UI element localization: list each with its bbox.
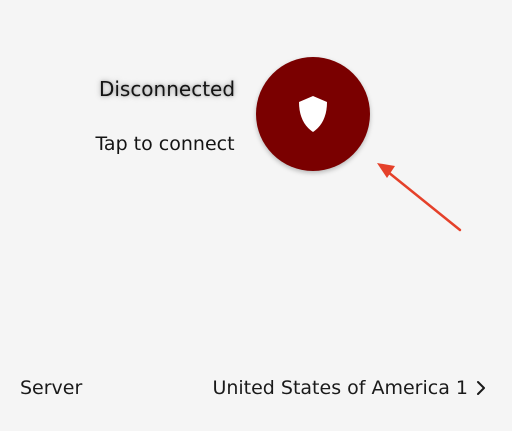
server-value: United States of America 1 [212, 377, 468, 399]
shield-icon [299, 96, 327, 132]
connect-button[interactable] [256, 57, 370, 171]
chevron-right-icon [477, 381, 485, 395]
connect-hint: Tap to connect [95, 133, 235, 155]
server-selector[interactable]: Server United States of America 1 [0, 366, 512, 410]
connection-status: Disconnected [98, 77, 236, 101]
server-label: Server [20, 377, 83, 399]
